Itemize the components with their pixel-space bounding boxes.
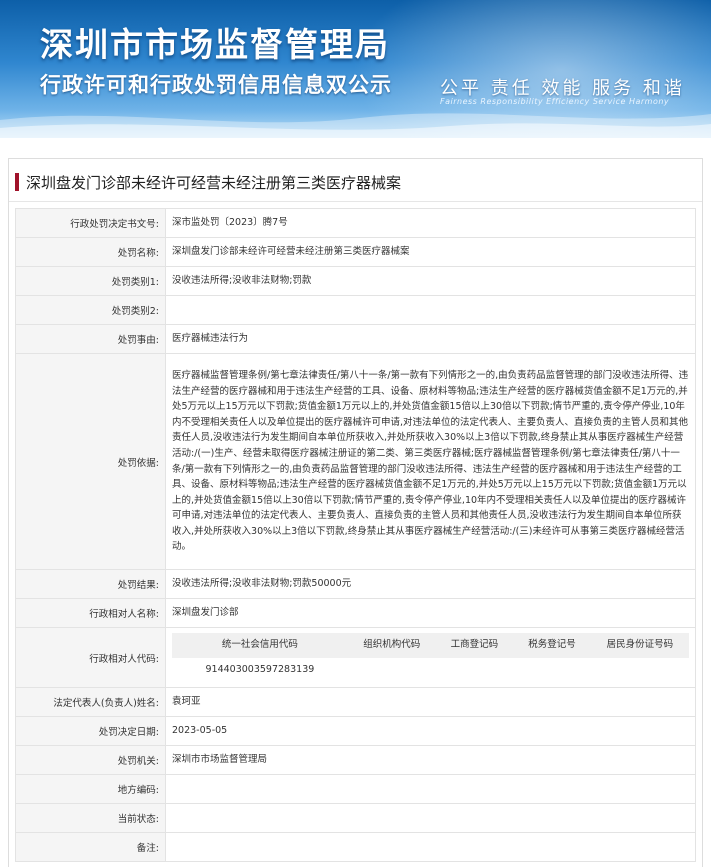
category2-label: 处罚类别2: <box>15 295 166 325</box>
party-name-value: 深圳盘发门诊部 <box>165 598 696 628</box>
row-authority: 处罚机关: 深圳市市场监督管理局 <box>15 745 696 775</box>
case-name-value: 深圳盘发门诊部未经许可经营未经注册第三类医疗器械案 <box>165 237 696 267</box>
date-value: 2023-05-05 <box>165 716 696 746</box>
party-code-label: 行政相对人代码: <box>15 627 166 688</box>
row-basis: 处罚依据: 医疗器械监督管理条例/第七章法律责任/第八十一条/第一款有下列情形之… <box>15 353 696 570</box>
legal-rep-value: 袁珂亚 <box>165 687 696 717</box>
row-category1: 处罚类别1: 没收违法所得;没收非法财物;罚款 <box>15 266 696 296</box>
site-subtitle: 行政许可和行政处罚信用信息双公示 <box>40 73 392 97</box>
row-date: 处罚决定日期: 2023-05-05 <box>15 716 696 746</box>
row-reason: 处罚事由: 医疗器械违法行为 <box>15 324 696 354</box>
org-code-value <box>348 658 436 683</box>
legal-rep-label: 法定代表人(负责人)姓名: <box>15 687 166 717</box>
business-reg-value <box>436 658 514 683</box>
title-divider <box>9 201 702 202</box>
header-business-reg: 工商登记码 <box>435 632 514 658</box>
header-banner: 深圳市市场监督管理局 行政许可和行政处罚信用信息双公示 公平 责任 效能 服务 … <box>0 0 711 138</box>
authority-label: 处罚机关: <box>15 745 166 775</box>
row-party-code: 行政相对人代码: 统一社会信用代码 组织机构代码 工商登记码 税务登记号 居民身… <box>15 627 696 688</box>
remark-value <box>165 832 696 862</box>
party-code-header-row: 统一社会信用代码 组织机构代码 工商登记码 税务登记号 居民身份证号码 <box>172 632 689 658</box>
result-label: 处罚结果: <box>15 569 166 599</box>
party-code-value-row: 914403003597283139 <box>172 658 689 683</box>
date-label: 处罚决定日期: <box>15 716 166 746</box>
header-credit-code: 统一社会信用代码 <box>172 632 348 658</box>
credit-code-value: 914403003597283139 <box>205 664 315 676</box>
category1-value: 没收违法所得;没收非法财物;罚款 <box>165 266 696 296</box>
basis-label: 处罚依据: <box>15 353 166 570</box>
case-info-table: 行政处罚决定书文号: 深市监处罚〔2023〕腾7号 处罚名称: 深圳盘发门诊部未… <box>15 208 696 862</box>
basis-value: 医疗器械监督管理条例/第七章法律责任/第八十一条/第一款有下列情形之一的,由负责… <box>165 353 696 570</box>
agency-title: 深圳市市场监督管理局 <box>40 25 390 64</box>
result-value: 没收违法所得;没收非法财物;罚款50000元 <box>165 569 696 599</box>
header-tax-reg: 税务登记号 <box>513 632 591 658</box>
tax-reg-value <box>513 658 591 683</box>
header-org-code: 组织机构代码 <box>347 632 436 658</box>
area-code-value <box>165 774 696 804</box>
category1-label: 处罚类别1: <box>15 266 166 296</box>
row-category2: 处罚类别2: <box>15 295 696 325</box>
party-code-cell: 统一社会信用代码 组织机构代码 工商登记码 税务登记号 居民身份证号码 9144… <box>165 627 696 688</box>
remark-label: 备注: <box>15 832 166 862</box>
row-doc-no: 行政处罚决定书文号: 深市监处罚〔2023〕腾7号 <box>15 208 696 238</box>
id-number-value <box>591 658 689 683</box>
row-remark: 备注: <box>15 832 696 862</box>
row-party-name: 行政相对人名称: 深圳盘发门诊部 <box>15 598 696 628</box>
title-accent-bar <box>15 173 19 191</box>
page-title: 深圳盘发门诊部未经许可经营未经注册第三类医疗器械案 <box>15 171 401 193</box>
slogan-english: Fairness Responsibility Efficiency Servi… <box>440 97 670 106</box>
doc-no-label: 行政处罚决定书文号: <box>15 208 166 238</box>
status-label: 当前状态: <box>15 803 166 833</box>
reason-label: 处罚事由: <box>15 324 166 354</box>
party-code-table: 统一社会信用代码 组织机构代码 工商登记码 税务登记号 居民身份证号码 9144… <box>172 632 689 683</box>
reason-value: 医疗器械违法行为 <box>165 324 696 354</box>
party-name-label: 行政相对人名称: <box>15 598 166 628</box>
status-value <box>165 803 696 833</box>
page-title-text: 深圳盘发门诊部未经许可经营未经注册第三类医疗器械案 <box>26 173 402 192</box>
row-case-name: 处罚名称: 深圳盘发门诊部未经许可经营未经注册第三类医疗器械案 <box>15 237 696 267</box>
category2-value <box>165 295 696 325</box>
area-code-label: 地方编码: <box>15 774 166 804</box>
row-legal-rep: 法定代表人(负责人)姓名: 袁珂亚 <box>15 687 696 717</box>
row-area-code: 地方编码: <box>15 774 696 804</box>
case-detail-panel: 深圳盘发门诊部未经许可经营未经注册第三类医疗器械案 行政处罚决定书文号: 深市监… <box>8 158 703 867</box>
header-id-number: 居民身份证号码 <box>590 632 689 658</box>
row-result: 处罚结果: 没收违法所得;没收非法财物;罚款50000元 <box>15 569 696 599</box>
doc-no-value: 深市监处罚〔2023〕腾7号 <box>165 208 696 238</box>
authority-value: 深圳市市场监督管理局 <box>165 745 696 775</box>
case-name-label: 处罚名称: <box>15 237 166 267</box>
row-status: 当前状态: <box>15 803 696 833</box>
